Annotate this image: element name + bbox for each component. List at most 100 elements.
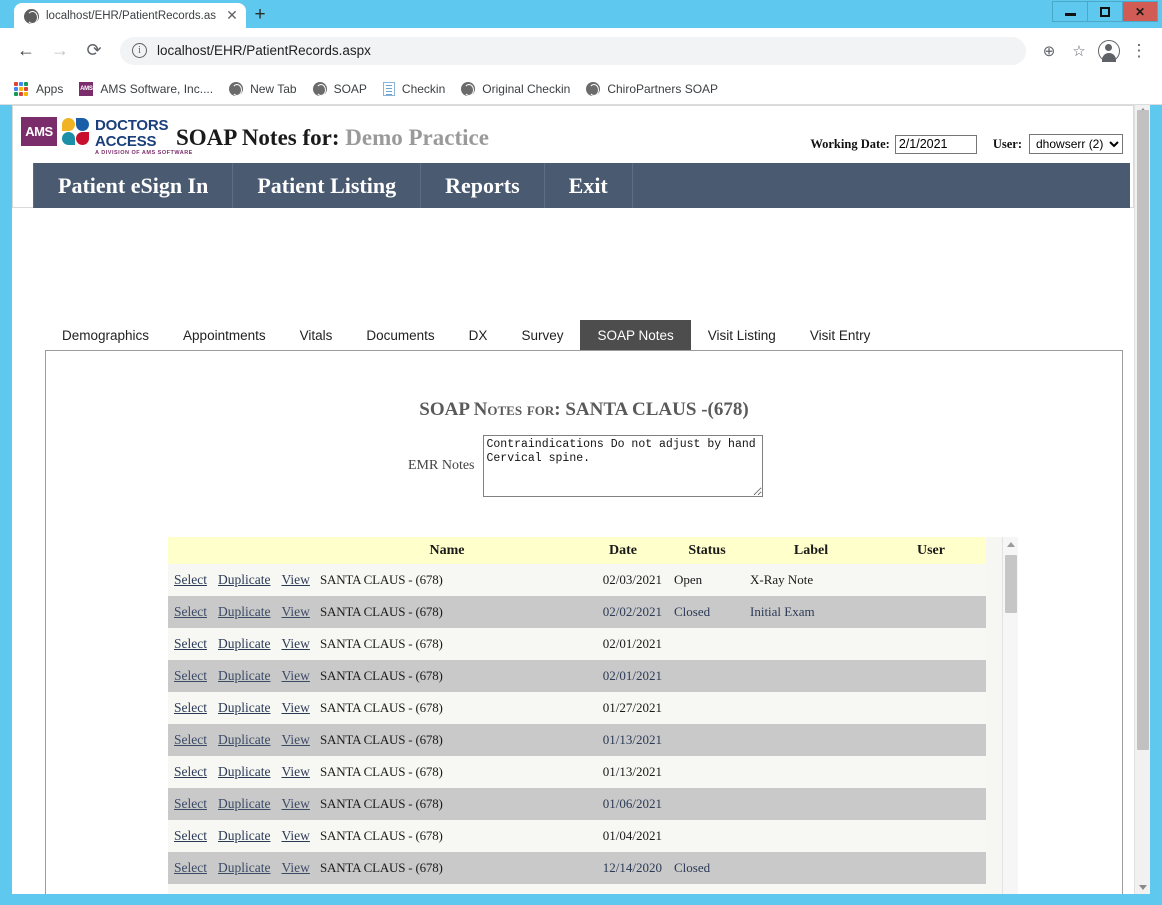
view-link[interactable]: View — [281, 892, 309, 894]
bookmark-original-checkin[interactable]: Original Checkin — [461, 77, 570, 101]
bookmark-chiropartners-soap[interactable]: ChiroPartners SOAP — [586, 77, 718, 101]
maximize-button[interactable] — [1087, 1, 1123, 22]
close-icon[interactable]: ✕ — [224, 8, 240, 24]
bookmark-ams-software[interactable]: AMS AMS Software, Inc.... — [79, 77, 213, 101]
nav-item-reports[interactable]: Reports — [421, 163, 545, 208]
select-link[interactable]: Select — [174, 828, 207, 843]
reload-button[interactable]: ⟳ — [78, 35, 110, 67]
table-row: SelectDuplicateViewSANTA CLAUS - (678)01… — [168, 756, 986, 788]
select-link[interactable]: Select — [174, 636, 207, 651]
duplicate-link[interactable]: Duplicate — [218, 636, 270, 651]
back-button[interactable]: ← — [10, 35, 42, 67]
user-select[interactable]: dhowserr (2) — [1029, 134, 1123, 154]
table-body: Select Duplicate View SANTA CLAUS - (678) 02… — [168, 564, 986, 894]
zoom-icon[interactable]: ⊕ — [1036, 38, 1062, 64]
working-date-label: Working Date: — [810, 137, 890, 152]
row-name: SANTA CLAUS - (678) — [316, 820, 578, 852]
view-link[interactable]: View — [281, 572, 309, 587]
select-link[interactable]: Select — [174, 668, 207, 683]
forward-button[interactable]: → — [44, 35, 76, 67]
bookmark-soap[interactable]: SOAP — [313, 77, 367, 101]
tab-vitals[interactable]: Vitals — [283, 320, 350, 350]
row-label — [746, 884, 876, 894]
select-link[interactable]: Select — [174, 572, 207, 587]
duplicate-link[interactable]: Duplicate — [218, 764, 270, 779]
select-link[interactable]: Select — [174, 860, 207, 875]
select-link[interactable]: Select — [174, 796, 207, 811]
duplicate-link[interactable]: Duplicate — [218, 892, 270, 894]
duplicate-link[interactable]: Duplicate — [218, 796, 270, 811]
bookmark-new-tab[interactable]: New Tab — [229, 77, 296, 101]
view-link[interactable]: View — [281, 860, 309, 875]
row-name: SANTA CLAUS - (678) — [316, 788, 578, 820]
tab-soap-notes[interactable]: SOAP Notes — [580, 320, 690, 350]
duplicate-link[interactable]: Duplicate — [218, 604, 270, 619]
grid-scrollbar[interactable] — [1002, 537, 1018, 894]
soap-notes-heading: SOAP Notes for: SANTA CLAUS -(678) — [46, 399, 1122, 421]
view-link[interactable]: View — [281, 796, 309, 811]
address-bar-url: localhost/EHR/PatientRecords.aspx — [157, 43, 1014, 58]
browser-tab[interactable]: localhost/EHR/PatientRecords.as ✕ — [14, 3, 246, 29]
page-scrollbar[interactable] — [1134, 105, 1150, 894]
view-link[interactable]: View — [281, 604, 309, 619]
page-scroll-down-arrow-icon[interactable] — [1139, 885, 1147, 890]
bookmark-star-icon[interactable]: ☆ — [1066, 38, 1092, 64]
nav-item-patient-listing[interactable]: Patient Listing — [233, 163, 421, 208]
new-tab-button[interactable]: + — [248, 5, 272, 27]
row-date: 12/07/2020 — [578, 884, 668, 894]
ams-icon: AMS — [79, 82, 93, 96]
row-status — [668, 756, 746, 788]
duplicate-link[interactable]: Duplicate — [218, 572, 270, 587]
select-link[interactable]: Select — [174, 732, 207, 747]
row-date: 01/04/2021 — [578, 820, 668, 852]
tab-appointments[interactable]: Appointments — [166, 320, 283, 350]
view-link[interactable]: View — [281, 636, 309, 651]
browser-menu-icon[interactable]: ⋮ — [1126, 38, 1152, 64]
close-window-button[interactable]: ✕ — [1122, 1, 1158, 22]
table-row: Select Duplicate View SANTA CLAUS - (678)01… — [168, 820, 986, 852]
tab-dx[interactable]: DX — [452, 320, 505, 350]
row-user — [876, 820, 986, 852]
grid-scrollbar-thumb[interactable] — [1005, 555, 1017, 613]
nav-item-exit[interactable]: Exit — [545, 163, 633, 208]
select-link[interactable]: Select — [174, 700, 207, 715]
tab-visit-listing[interactable]: Visit Listing — [691, 320, 793, 350]
site-info-icon[interactable]: i — [132, 43, 147, 58]
duplicate-link[interactable]: Duplicate — [218, 668, 270, 683]
row-label — [746, 692, 876, 724]
bookmark-label: SOAP — [334, 82, 367, 96]
row-date: 02/02/2021 — [578, 596, 668, 628]
scroll-up-arrow-icon[interactable] — [1007, 542, 1015, 547]
working-date-input[interactable] — [895, 135, 977, 154]
duplicate-link[interactable]: Duplicate — [218, 732, 270, 747]
row-date: 02/03/2021 — [578, 564, 668, 596]
duplicate-link[interactable]: Duplicate — [218, 860, 270, 875]
browser-tab-title: localhost/EHR/PatientRecords.as — [46, 10, 224, 22]
bookmark-apps[interactable]: Apps — [14, 77, 63, 101]
select-link[interactable]: Select — [174, 764, 207, 779]
duplicate-link[interactable]: Duplicate — [218, 828, 270, 843]
table-row: SelectDuplicateViewSANTA CLAUS - (678)02… — [168, 564, 986, 596]
page-scrollbar-thumb[interactable] — [1137, 110, 1149, 750]
tab-visit-entry[interactable]: Visit Entry — [793, 320, 888, 350]
minimize-button[interactable] — [1052, 1, 1088, 22]
emr-notes-textarea[interactable] — [483, 435, 763, 497]
table-row: SelectDuplicateViewSANTA CLAUS - (678)01… — [168, 788, 986, 820]
view-link[interactable]: View — [281, 700, 309, 715]
tab-documents[interactable]: Documents — [349, 320, 451, 350]
row-label: X-Ray Note — [746, 564, 876, 596]
tab-survey[interactable]: Survey — [504, 320, 580, 350]
address-bar[interactable]: i localhost/EHR/PatientRecords.aspx — [120, 37, 1026, 65]
view-link[interactable]: View — [281, 828, 309, 843]
select-link[interactable]: Select — [174, 604, 207, 619]
view-link[interactable]: View — [281, 732, 309, 747]
view-link[interactable]: View — [281, 764, 309, 779]
header-controls: Working Date: User: dhowserr (2) — [810, 134, 1123, 154]
bookmark-checkin[interactable]: Checkin — [383, 77, 445, 101]
select-link[interactable]: Select — [174, 892, 207, 894]
duplicate-link[interactable]: Duplicate — [218, 700, 270, 715]
profile-button[interactable] — [1096, 38, 1122, 64]
nav-item-patient-esign-in[interactable]: Patient eSign In — [33, 163, 233, 208]
tab-demographics[interactable]: Demographics — [45, 320, 166, 350]
view-link[interactable]: View — [281, 668, 309, 683]
